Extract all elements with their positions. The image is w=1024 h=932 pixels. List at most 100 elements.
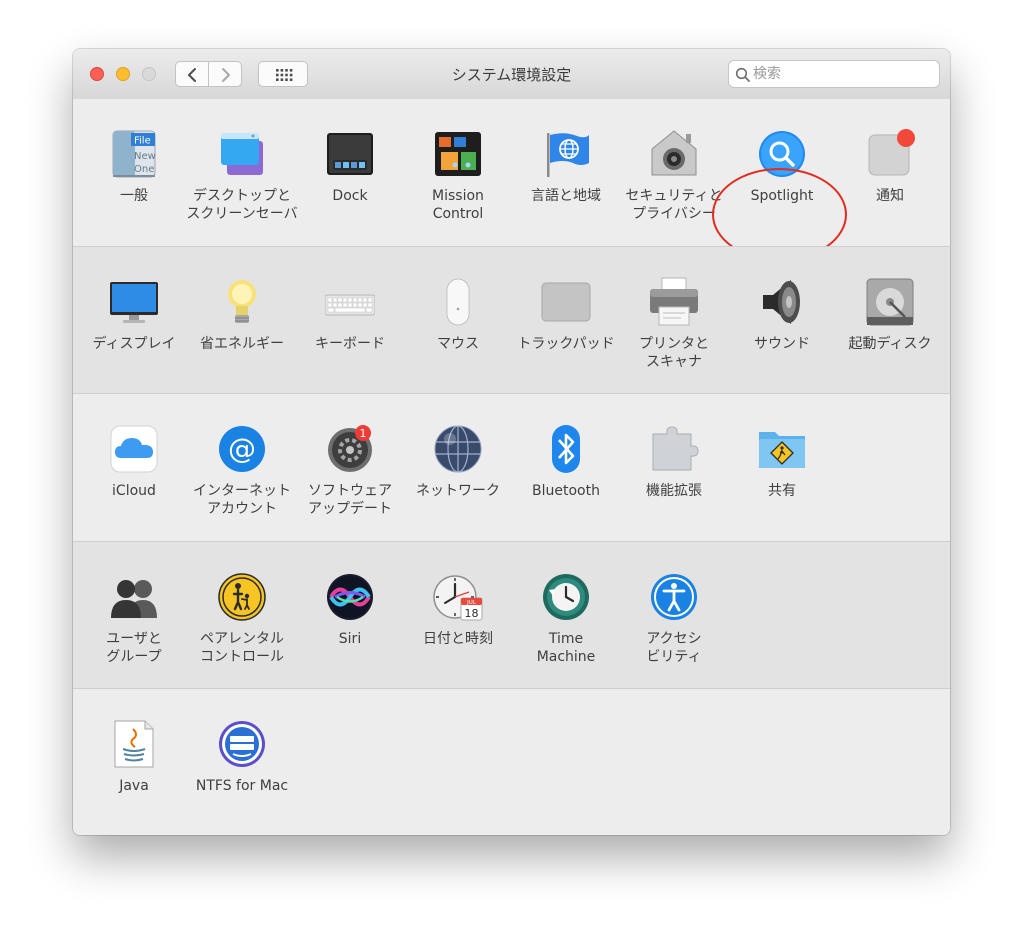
update-count-badge: 1 bbox=[360, 427, 367, 440]
preference-row-system: ユーザと グループ ペアレンタル コントロール Siri JUL 18 日付と時… bbox=[73, 541, 950, 688]
pane-label: Bluetooth bbox=[532, 483, 600, 499]
desktop-screensaver-icon bbox=[221, 133, 263, 175]
mission-control-icon bbox=[435, 132, 481, 176]
pane-label: 通知 bbox=[876, 188, 904, 204]
system-preferences-window: システム環境設定 File New One 一般 bbox=[73, 49, 950, 835]
time-machine-icon bbox=[543, 574, 589, 620]
extensions-icon bbox=[652, 426, 699, 471]
pane-trackpad[interactable]: トラックパッド bbox=[512, 247, 620, 394]
pane-displays[interactable]: ディスプレイ bbox=[80, 247, 188, 394]
pane-general[interactable]: File New One 一般 bbox=[80, 99, 188, 246]
pane-label: インターネット アカウント bbox=[193, 483, 291, 517]
network-icon bbox=[434, 425, 482, 473]
pane-label: キーボード bbox=[315, 336, 385, 352]
date-time-icon: JUL 18 bbox=[433, 575, 483, 621]
pane-date-time[interactable]: JUL 18 日付と時刻 bbox=[404, 542, 512, 689]
preference-row-hardware: ディスプレイ 省エネルギー キーボード マウス トラックパッド プリンタと スキ… bbox=[73, 246, 950, 393]
pane-dock[interactable]: Dock bbox=[296, 99, 404, 246]
internet-accounts-icon: @ bbox=[219, 426, 265, 472]
pane-label: 一般 bbox=[120, 188, 148, 204]
software-update-icon: 1 bbox=[328, 425, 372, 472]
pane-desktop-screensaver[interactable]: デスクトップと スクリーンセーバ bbox=[186, 99, 298, 246]
pane-security-privacy[interactable]: セキュリティと プライバシー bbox=[620, 99, 728, 246]
pane-parental-controls[interactable]: ペアレンタル コントロール bbox=[188, 542, 296, 689]
pane-startup-disk[interactable]: 起動ディスク bbox=[836, 247, 944, 394]
mouse-icon bbox=[446, 278, 470, 326]
security-privacy-icon bbox=[651, 130, 697, 176]
calendar-day: 18 bbox=[465, 607, 479, 620]
pane-label: ディスプレイ bbox=[92, 336, 176, 352]
accessibility-icon bbox=[651, 574, 697, 620]
ntfs-for-mac-icon bbox=[219, 721, 265, 767]
svg-text:File: File bbox=[134, 136, 151, 147]
pane-internet-accounts[interactable]: @ インターネット アカウント bbox=[188, 394, 296, 541]
pane-label: 共有 bbox=[768, 483, 796, 499]
startup-disk-icon bbox=[866, 278, 914, 326]
pane-label: Time Machine bbox=[536, 631, 596, 665]
svg-text:@: @ bbox=[228, 432, 256, 465]
svg-text:One: One bbox=[134, 164, 154, 175]
pane-icloud[interactable]: iCloud bbox=[80, 394, 188, 541]
general-icon: File New One bbox=[112, 130, 156, 178]
pane-label: サウンド bbox=[754, 336, 810, 352]
pane-users-groups[interactable]: ユーザと グループ bbox=[80, 542, 188, 689]
siri-icon bbox=[327, 574, 373, 620]
pane-label: アクセシ ビリティ bbox=[646, 631, 702, 665]
search-input[interactable] bbox=[753, 64, 933, 84]
icloud-icon bbox=[110, 425, 158, 473]
bluetooth-icon bbox=[552, 425, 580, 473]
pane-mission-control[interactable]: Mission Control bbox=[404, 99, 512, 246]
energy-saver-icon bbox=[228, 280, 256, 323]
printers-scanners-icon bbox=[650, 277, 698, 326]
keyboard-icon bbox=[325, 294, 375, 316]
pane-label: 機能拡張 bbox=[646, 483, 702, 499]
displays-icon bbox=[110, 282, 158, 323]
pane-network[interactable]: ネットワーク bbox=[404, 394, 512, 541]
users-groups-icon bbox=[111, 580, 157, 618]
pane-bluetooth[interactable]: Bluetooth bbox=[512, 394, 620, 541]
trackpad-icon bbox=[541, 282, 591, 322]
search-field[interactable] bbox=[728, 60, 940, 88]
pane-label: デスクトップと スクリーンセーバ bbox=[186, 188, 298, 222]
pane-java[interactable]: Java bbox=[80, 689, 188, 835]
pane-label: Siri bbox=[338, 631, 362, 647]
pane-label: ネットワーク bbox=[416, 483, 500, 499]
pane-mouse[interactable]: マウス bbox=[404, 247, 512, 394]
pane-label: 省エネルギー bbox=[200, 336, 284, 352]
sound-icon bbox=[763, 280, 800, 324]
pane-label: 日付と時刻 bbox=[423, 631, 493, 647]
pane-extensions[interactable]: 機能拡張 bbox=[620, 394, 728, 541]
pane-printers-scanners[interactable]: プリンタと スキャナ bbox=[620, 247, 728, 394]
pane-time-machine[interactable]: Time Machine bbox=[512, 542, 620, 689]
search-icon bbox=[735, 67, 750, 82]
pane-label: マウス bbox=[437, 336, 479, 352]
preference-row-personal: File New One 一般 デスクトップと スクリーンセーバ Dock Mi… bbox=[73, 99, 950, 261]
pane-label: Mission Control bbox=[432, 188, 484, 222]
pane-label: Java bbox=[119, 778, 149, 794]
svg-text:New: New bbox=[134, 151, 156, 162]
pane-software-update[interactable]: 1 ソフトウェア アップデート bbox=[296, 394, 404, 541]
java-icon bbox=[114, 720, 154, 768]
pane-label: プリンタと スキャナ bbox=[639, 336, 709, 370]
preference-row-other: Java NTFS for Mac bbox=[73, 688, 950, 835]
pane-label: NTFS for Mac bbox=[195, 778, 289, 794]
dock-icon bbox=[327, 133, 373, 175]
pane-label: Dock bbox=[332, 188, 368, 204]
pane-label: ソフトウェア アップデート bbox=[308, 483, 392, 517]
language-region-icon bbox=[547, 133, 589, 177]
pane-label: ユーザと グループ bbox=[106, 631, 162, 665]
pane-language-region[interactable]: 言語と地域 bbox=[512, 99, 620, 246]
pane-ntfs-for-mac[interactable]: NTFS for Mac bbox=[188, 689, 296, 835]
pane-label: ペアレンタル コントロール bbox=[200, 631, 284, 665]
pane-energy-saver[interactable]: 省エネルギー bbox=[188, 247, 296, 394]
pane-siri[interactable]: Siri bbox=[296, 542, 404, 689]
pane-label: トラックパッド bbox=[517, 336, 615, 352]
titlebar: システム環境設定 bbox=[73, 49, 950, 100]
calendar-month: JUL bbox=[466, 600, 477, 606]
pane-keyboard[interactable]: キーボード bbox=[296, 247, 404, 394]
pane-label: 起動ディスク bbox=[848, 336, 932, 352]
pane-sharing[interactable]: 共有 bbox=[728, 394, 836, 541]
pane-sound[interactable]: サウンド bbox=[728, 247, 836, 394]
pane-notifications[interactable]: 通知 bbox=[836, 99, 944, 246]
pane-accessibility[interactable]: アクセシ ビリティ bbox=[620, 542, 728, 689]
